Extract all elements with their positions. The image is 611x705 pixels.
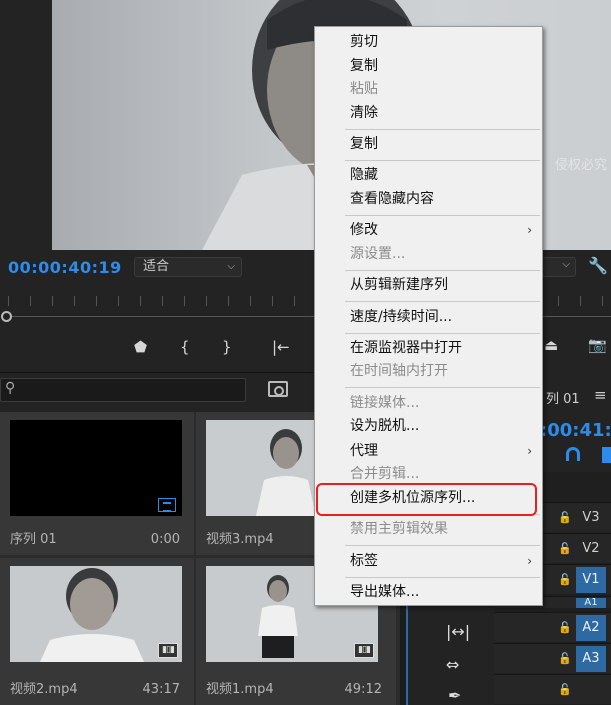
slide-tool-icon[interactable]: ⇔ (446, 655, 459, 674)
clip-duration: 0:00 (150, 532, 180, 547)
menu-item-label-submenu[interactable]: 标签 › (315, 550, 544, 572)
submenu-arrow-icon: › (527, 223, 532, 237)
mark-out-icon[interactable]: } (222, 338, 232, 356)
track-header-a3[interactable]: 🔓 A3 (494, 643, 611, 673)
menu-item-new-sequence-from-clip[interactable]: 从剪辑新建序列 (315, 274, 544, 296)
menu-item-proxy[interactable]: 代理 › (315, 440, 544, 462)
clip-thumbnail (10, 420, 182, 516)
track-header-a2[interactable]: 🔓 A2 (494, 612, 611, 642)
menu-item-label: 标签 (350, 553, 378, 569)
search-icon: ⚲ (5, 380, 16, 396)
audio-waveform-icon: ▮▯▮ (354, 643, 374, 658)
resolution-dropdown[interactable]: ⌵ (540, 257, 576, 277)
lock-icon[interactable]: 🔓 (558, 511, 572, 524)
menu-separator (345, 270, 540, 271)
clip-tile[interactable]: ▮▯▮ 视频2.mp4 43:17 (0, 558, 194, 705)
menu-item-copy[interactable]: 复制 (315, 55, 544, 77)
clip-name: 序列 01 (10, 532, 57, 547)
menu-separator (345, 577, 540, 578)
track-label[interactable]: V1 (576, 567, 606, 593)
submenu-arrow-icon: › (527, 554, 532, 568)
track-label[interactable]: V3 (576, 505, 606, 531)
chevron-down-icon: ⌵ (227, 261, 235, 272)
menu-item-modify[interactable]: 修改 › (315, 219, 544, 241)
menu-item-label: 代理 (350, 443, 378, 459)
track-header-master[interactable]: 🔓 (494, 674, 611, 704)
menu-separator (345, 301, 540, 302)
menu-separator (345, 129, 540, 130)
menu-separator (345, 387, 540, 388)
chevron-down-icon: ⌵ (562, 259, 570, 270)
timeline-timecode[interactable]: :00:41: (540, 420, 611, 441)
menu-item-disable-master-clip-effects: 禁用主剪辑效果 (350, 521, 448, 537)
track-label[interactable]: V2 (576, 536, 606, 562)
track-label[interactable]: A3 (576, 646, 606, 672)
panel-menu-icon[interactable]: ≡ (594, 386, 607, 404)
track-label[interactable]: A1 (576, 598, 606, 608)
menu-item-hide[interactable]: 隐藏 (315, 164, 544, 186)
clip-duration: 43:17 (142, 682, 180, 697)
snap-icon[interactable] (566, 447, 580, 461)
pen-tool-icon[interactable]: ✒ (448, 686, 461, 705)
lock-icon[interactable]: 🔓 (558, 542, 572, 555)
audio-waveform-icon: ▮▯▮ (158, 643, 178, 658)
lock-icon[interactable]: 🔓 (558, 573, 572, 586)
mark-in-icon[interactable]: { (180, 338, 190, 356)
menu-item-merge-clips: 合并剪辑... (350, 466, 420, 482)
go-to-in-icon[interactable]: |← (272, 338, 290, 356)
track-label[interactable]: A2 (576, 615, 606, 641)
menu-item-make-offline[interactable]: 设为脱机... (315, 415, 544, 437)
clip-duration: 49:12 (344, 682, 382, 697)
clip-tile[interactable]: 序列 01 0:00 (0, 412, 194, 555)
marker-icon[interactable]: ⬟ (134, 338, 147, 356)
sequence-icon (158, 498, 176, 512)
menu-item-view-hidden[interactable]: 查看隐藏内容 (315, 188, 544, 210)
camera-icon[interactable]: 📷 (588, 336, 607, 354)
clip-thumbnail: ▮▯▮ (10, 566, 182, 662)
export-frame-icon[interactable]: ⏏ (544, 336, 558, 354)
lock-icon[interactable]: 🔓 (558, 652, 572, 665)
menu-item-source-settings: 源设置... (350, 246, 406, 262)
playhead-handle[interactable] (1, 311, 12, 322)
fit-dropdown[interactable]: 适合 ⌵ (134, 257, 242, 277)
fit-dropdown-value: 适合 (143, 259, 170, 274)
menu-separator (345, 545, 540, 546)
timeline-tab-title[interactable]: 列 01 (546, 388, 580, 407)
menu-item-clear[interactable]: 清除 (315, 102, 544, 124)
lock-icon[interactable]: 🔓 (558, 621, 572, 634)
find-bin-icon[interactable] (268, 381, 288, 397)
clip-name: 视频2.mp4 (10, 682, 78, 697)
menu-item-paste: 粘贴 (350, 81, 378, 97)
menu-item-open-in-timeline: 在时间轴内打开 (350, 363, 448, 379)
menu-separator (345, 333, 540, 334)
clip-name: 视频1.mp4 (206, 682, 274, 697)
wrench-icon[interactable]: 🔧 (588, 256, 608, 275)
menu-item-duplicate[interactable]: 复制 (315, 133, 544, 155)
menu-item-speed-duration[interactable]: 速度/持续时间... (315, 306, 544, 328)
slip-tool-icon[interactable]: |↔| (446, 622, 470, 641)
clip-name: 视频3.mp4 (206, 532, 274, 547)
submenu-arrow-icon: › (527, 444, 532, 458)
menu-item-label: 修改 (350, 222, 378, 238)
menu-item-link-media: 链接媒体... (350, 395, 420, 411)
program-timecode[interactable]: 00:00:40:19 (8, 258, 122, 277)
menu-item-export-media[interactable]: 导出媒体... (315, 581, 544, 603)
monitor-left-area (0, 0, 52, 250)
highlight-annotation-box (316, 483, 537, 516)
menu-separator (345, 215, 540, 216)
add-marker-icon[interactable] (602, 447, 611, 463)
context-menu: 剪切 复制 粘贴 清除 复制 隐藏 查看隐藏内容 修改 › 源设置... 从剪辑… (314, 26, 543, 606)
watermark-text: 侵权必究 (554, 158, 607, 173)
menu-separator (345, 160, 540, 161)
menu-item-cut[interactable]: 剪切 (315, 31, 544, 53)
menu-item-open-in-source-monitor[interactable]: 在源监视器中打开 (315, 337, 544, 359)
lock-icon[interactable]: 🔓 (558, 683, 572, 696)
search-input[interactable]: ⚲ (0, 378, 246, 402)
